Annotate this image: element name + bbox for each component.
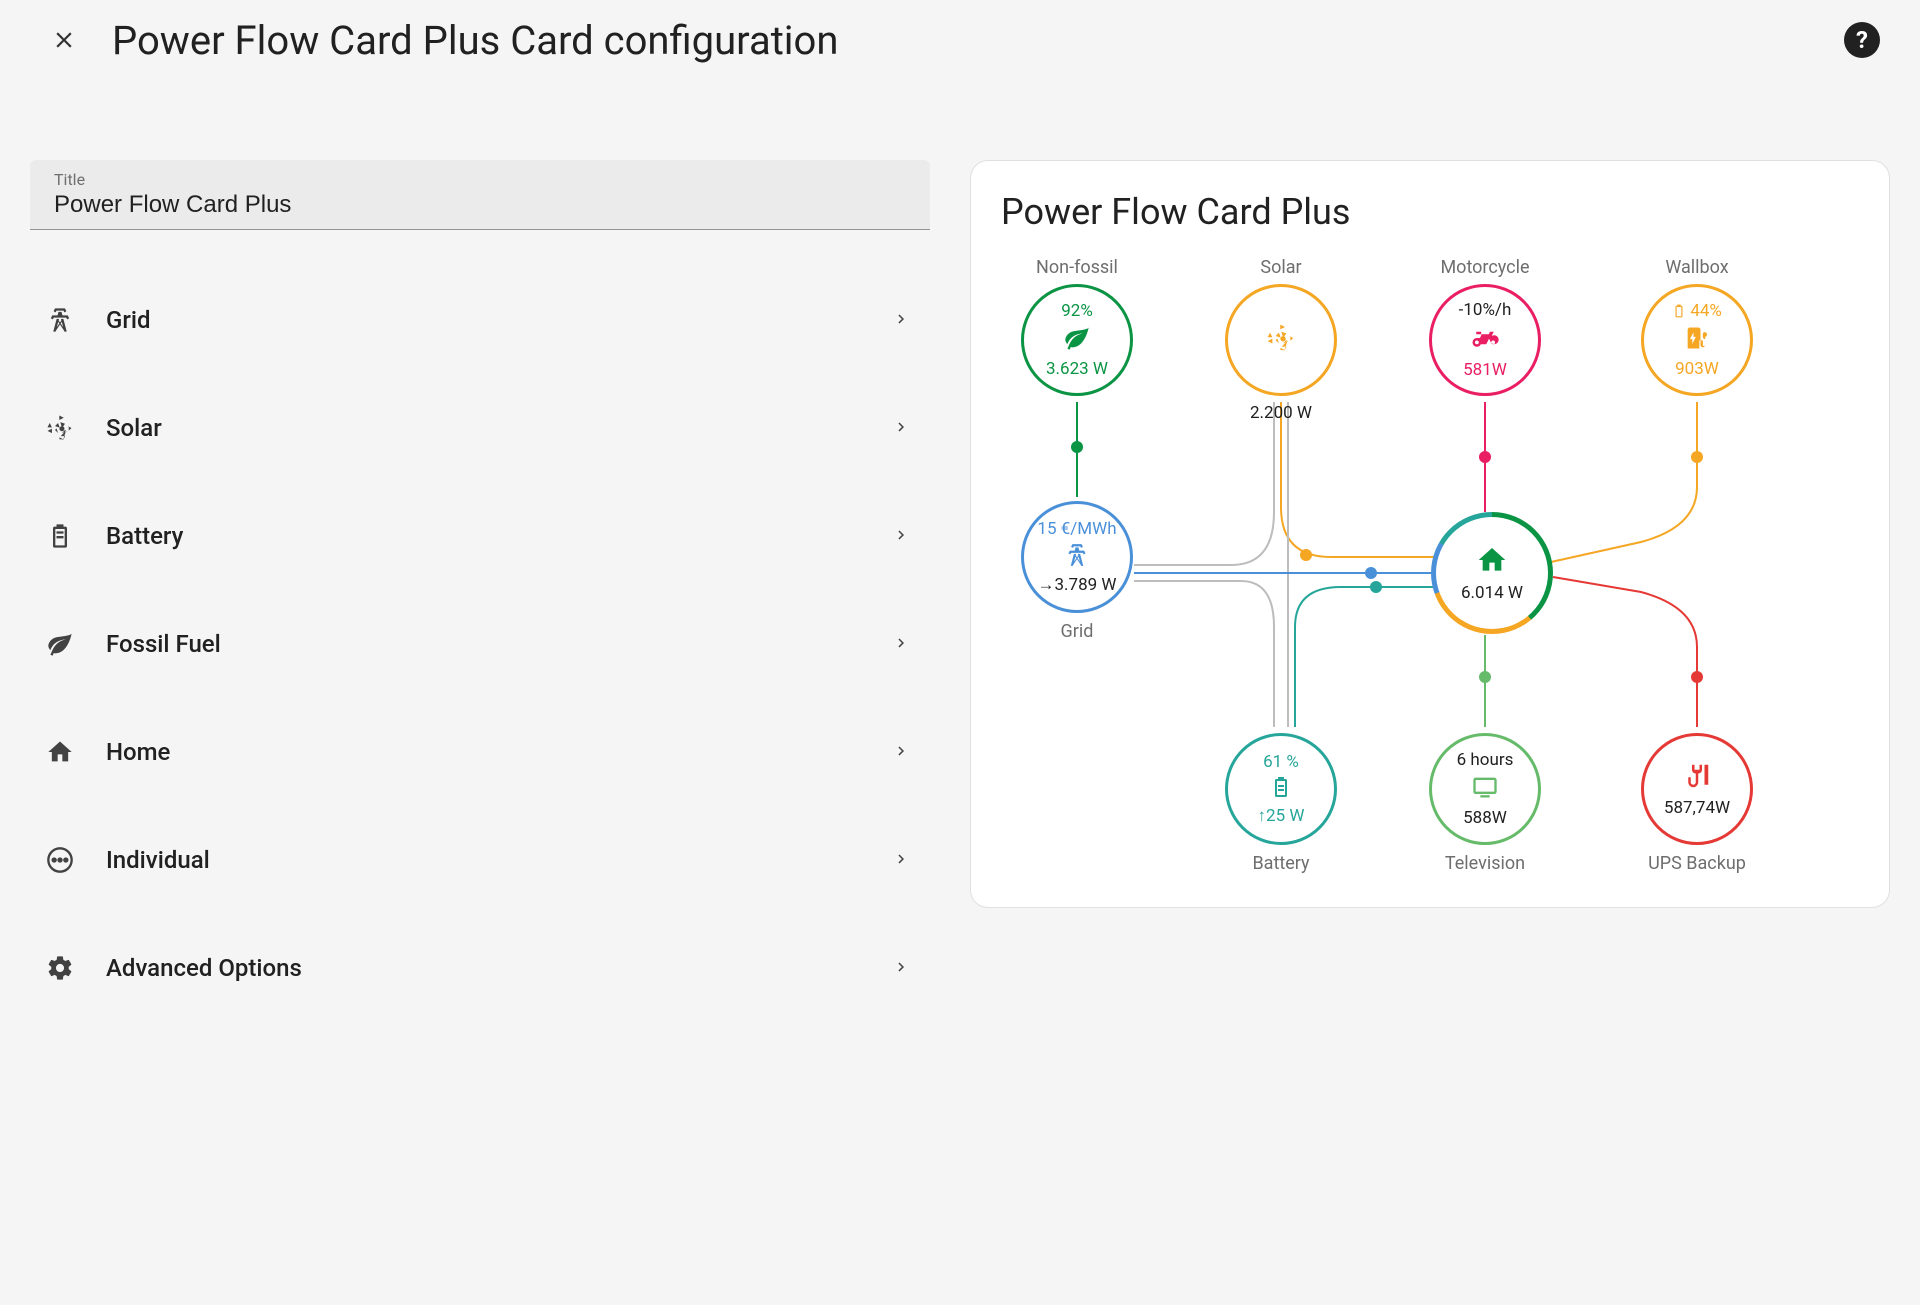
node-television[interactable]: 6 hours 588W Television: [1429, 727, 1541, 874]
chevron-right-icon: [892, 630, 910, 658]
chevron-right-icon: [892, 738, 910, 766]
preview-card: Power Flow Card Plus: [970, 160, 1890, 908]
node-value: →3.789 W: [1038, 574, 1117, 596]
node-value: 903W: [1675, 358, 1719, 380]
node-label: Motorcycle: [1429, 257, 1541, 278]
node-value: 588W: [1463, 807, 1507, 829]
chevron-right-icon: [892, 522, 910, 550]
menu-label: Grid: [106, 306, 892, 334]
title-input-container[interactable]: Title: [30, 160, 930, 230]
node-value: 3.623 W: [1046, 358, 1108, 380]
menu-item-home[interactable]: Home: [30, 698, 930, 806]
menu-item-solar[interactable]: Solar: [30, 374, 930, 482]
node-label: Non-fossil: [1021, 257, 1133, 278]
battery-icon: [1269, 775, 1293, 803]
node-home[interactable]: 6.014 W: [1431, 512, 1553, 634]
chevron-right-icon: [892, 954, 910, 982]
menu-label: Battery: [106, 522, 892, 550]
home-icon: [42, 734, 78, 770]
node-secondary: 44%: [1672, 300, 1722, 322]
node-solar[interactable]: Solar 2.200 W: [1225, 257, 1337, 424]
node-nonfossil[interactable]: Non-fossil 92% 3.623 W: [1021, 257, 1133, 396]
menu-item-advanced[interactable]: Advanced Options: [30, 914, 930, 1022]
node-value: 6.014 W: [1461, 582, 1523, 604]
menu-item-fossil-fuel[interactable]: Fossil Fuel: [30, 590, 930, 698]
node-motorcycle[interactable]: Motorcycle -10%/h 581W: [1429, 257, 1541, 396]
menu-label: Fossil Fuel: [106, 630, 892, 658]
menu-item-individual[interactable]: Individual: [30, 806, 930, 914]
ev-station-icon: [1683, 324, 1711, 356]
menu-label: Advanced Options: [106, 954, 892, 982]
leaf-icon: [1063, 324, 1091, 356]
node-label: Battery: [1225, 853, 1337, 874]
solar-icon: [1265, 322, 1297, 358]
node-label: Solar: [1225, 257, 1337, 278]
ups-icon: [1682, 761, 1712, 795]
node-value: 2.200 W: [1225, 402, 1337, 424]
chevron-right-icon: [892, 846, 910, 874]
node-secondary: 6 hours: [1457, 749, 1514, 771]
menu-label: Solar: [106, 414, 892, 442]
home-icon: [1476, 544, 1508, 580]
title-input[interactable]: [54, 191, 906, 219]
node-label: Grid: [1021, 621, 1133, 642]
node-value: 587,74W: [1664, 797, 1730, 819]
node-label: UPS Backup: [1641, 853, 1753, 874]
node-label: Wallbox: [1641, 257, 1753, 278]
gear-icon: [42, 950, 78, 986]
menu-item-grid[interactable]: Grid: [30, 266, 930, 374]
page-title: Power Flow Card Plus Card configuration: [112, 17, 1844, 64]
menu-item-battery[interactable]: Battery: [30, 482, 930, 590]
dots-icon: [42, 842, 78, 878]
node-value: 581W: [1463, 359, 1507, 381]
flow-diagram: Non-fossil 92% 3.623 W Solar: [1001, 257, 1801, 877]
node-secondary: -10%/h: [1459, 299, 1512, 321]
node-ups[interactable]: 587,74W UPS Backup: [1641, 727, 1753, 874]
chevron-right-icon: [892, 306, 910, 334]
node-grid[interactable]: 15 €/MWh →3.789 W Grid: [1021, 495, 1133, 642]
title-input-label: Title: [54, 170, 906, 189]
chevron-right-icon: [892, 414, 910, 442]
transmission-tower-icon: [1064, 542, 1090, 572]
node-secondary: 61 %: [1263, 751, 1299, 773]
transmission-tower-icon: [42, 302, 78, 338]
menu-label: Home: [106, 738, 892, 766]
close-button[interactable]: [40, 16, 88, 64]
solar-icon: [42, 410, 78, 446]
battery-icon: [42, 518, 78, 554]
node-label: Television: [1429, 853, 1541, 874]
preview-title: Power Flow Card Plus: [1001, 191, 1859, 233]
node-secondary: 92%: [1061, 300, 1093, 322]
television-icon: [1471, 773, 1499, 805]
menu-label: Individual: [106, 846, 892, 874]
motorcycle-icon: [1470, 323, 1500, 357]
node-wallbox[interactable]: Wallbox 44% 903W: [1641, 257, 1753, 396]
node-secondary: 15 €/MWh: [1037, 518, 1116, 540]
node-battery[interactable]: 61 % ↑25 W Battery: [1225, 727, 1337, 874]
help-button[interactable]: ?: [1844, 22, 1880, 58]
node-value: ↑25 W: [1258, 805, 1305, 827]
leaf-icon: [42, 626, 78, 662]
